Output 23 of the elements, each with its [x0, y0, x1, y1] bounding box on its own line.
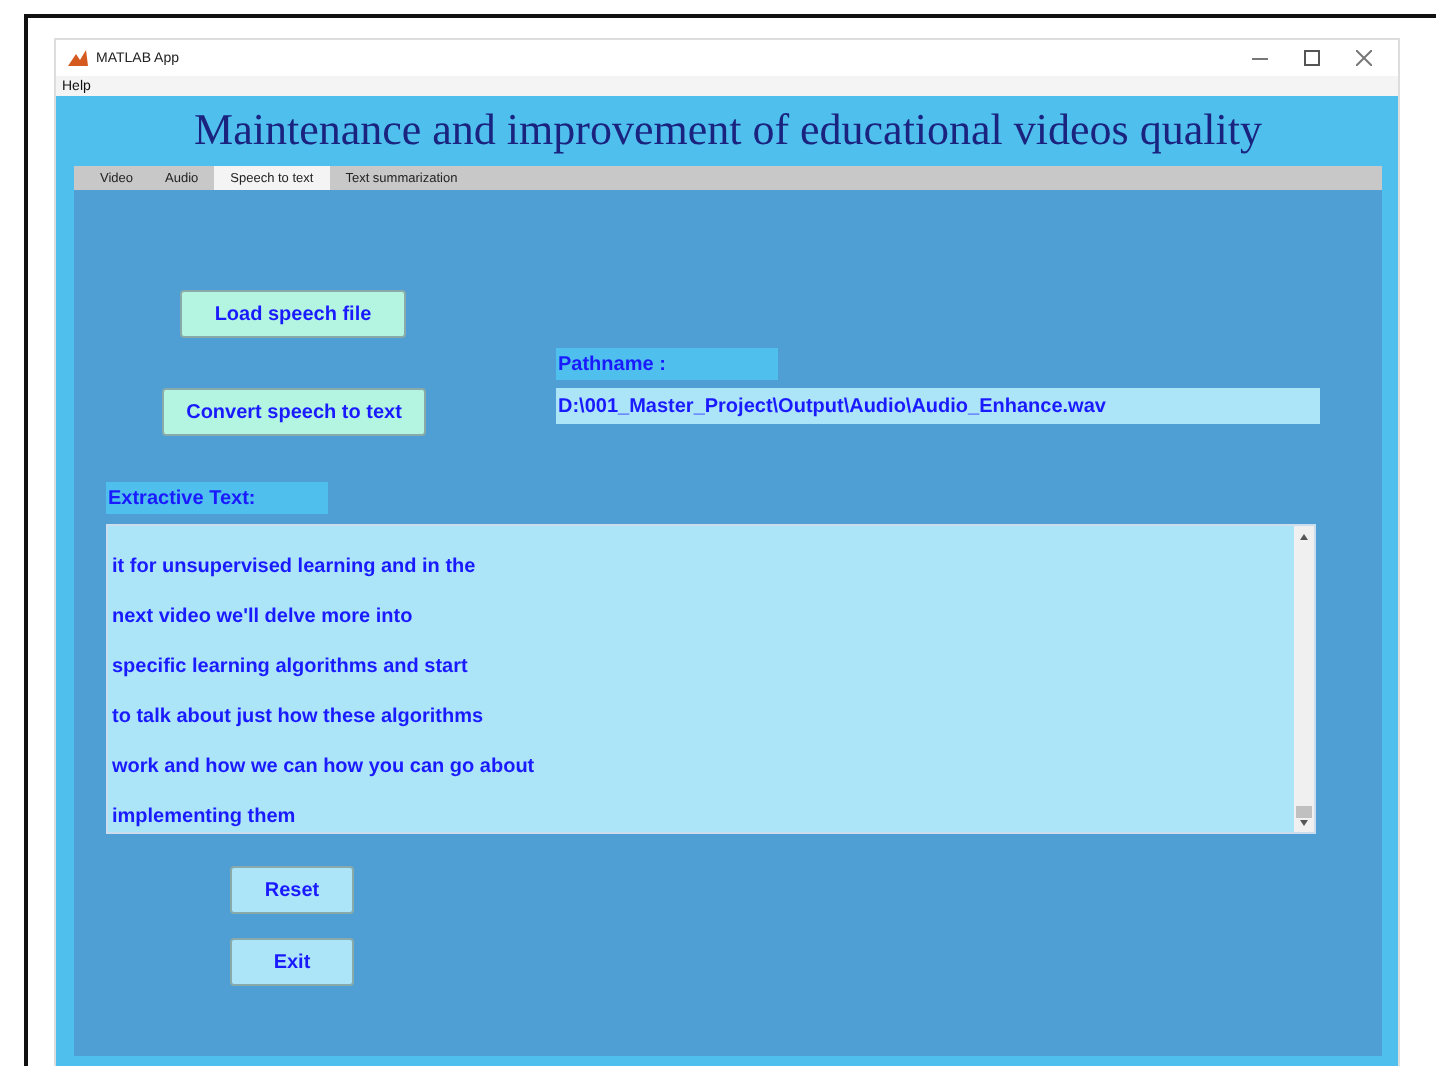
text-line: it for unsupervised learning and in the — [112, 554, 478, 582]
text-line: next video we'll delve more into — [112, 604, 415, 632]
text-line: work and how we can how you can go about — [112, 754, 537, 782]
scroll-down-icon[interactable] — [1298, 818, 1310, 828]
pathname-field[interactable]: D:\001_Master_Project\Output\Audio\Audio_Enhance.wav — [556, 388, 1320, 424]
text-line: implementing them — [112, 804, 298, 832]
convert-speech-button[interactable]: Convert speech to text — [162, 388, 426, 436]
scroll-up-icon[interactable] — [1298, 532, 1310, 542]
pathname-label: Pathname : — [556, 348, 778, 380]
scroll-thumb[interactable] — [1296, 806, 1312, 818]
minimize-icon[interactable] — [1252, 57, 1268, 59]
scrollbar[interactable] — [1294, 526, 1314, 832]
extractive-text-area[interactable] — [106, 524, 1316, 834]
app-logo-icon — [68, 49, 88, 67]
reset-button[interactable]: Reset — [230, 866, 354, 914]
close-icon[interactable] — [1356, 50, 1372, 66]
text-line: to talk about just how these algorithms — [112, 704, 486, 732]
exit-button[interactable]: Exit — [230, 938, 354, 986]
text-line: specific learning algorithms and start — [112, 654, 470, 682]
load-speech-button[interactable]: Load speech file — [180, 290, 406, 338]
extractive-text-label: Extractive Text: — [106, 482, 328, 514]
maximize-icon[interactable] — [1304, 50, 1320, 66]
app-title: Maintenance and improvement of educational videos quality — [192, 102, 1264, 158]
